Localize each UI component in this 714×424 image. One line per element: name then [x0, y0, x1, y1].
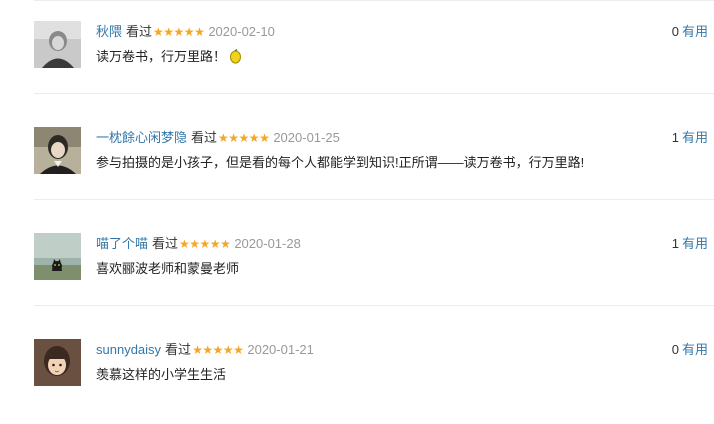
vote-count: 1	[671, 236, 679, 251]
username-link[interactable]: 一枕餘心闲梦隐	[96, 130, 187, 145]
review-text: 喜欢郦波老师和蒙曼老师	[96, 261, 240, 276]
useful-button[interactable]: 有用	[682, 342, 708, 357]
vote-count: 1	[671, 130, 679, 145]
vote-useful: 0 有用	[672, 342, 708, 358]
vote-useful: 1 有用	[672, 236, 708, 252]
review-meta: sunnydaisy 看过★★★★★ 2020-01-21	[96, 342, 314, 358]
avatar[interactable]	[34, 21, 81, 68]
vote-count: 0	[671, 342, 679, 357]
review-item: 喵了个喵 看过★★★★★ 2020-01-28 喜欢郦波老师和蒙曼老师 1 有用	[0, 212, 714, 318]
review-text: 读万卷书，行万里路！	[96, 49, 227, 64]
review-item: 秋隈 看过★★★★★ 2020-02-10 读万卷书，行万里路！ 0 有用	[0, 0, 714, 106]
useful-button[interactable]: 有用	[682, 130, 708, 145]
review-content: 喜欢郦波老师和蒙曼老师	[96, 260, 239, 278]
review-content: 羡慕这样的小学生生活	[96, 366, 226, 384]
username-link[interactable]: 秋隈	[96, 24, 122, 39]
vote-useful: 0 有用	[672, 24, 708, 40]
review-meta: 秋隈 看过★★★★★ 2020-02-10	[96, 24, 275, 40]
useful-button[interactable]: 有用	[682, 24, 708, 39]
watch-status: 看过	[126, 24, 153, 39]
review-text: 参与拍摄的是小孩子，但是看的每个人都能学到知识!正所谓——读万卷书，行万里路!	[96, 155, 585, 170]
review-date: 2020-01-25	[273, 130, 340, 145]
rating-stars: ★★★★★	[218, 131, 270, 145]
vote-count: 0	[671, 24, 679, 39]
watch-status: 看过	[191, 130, 218, 145]
review-item: sunnydaisy 看过★★★★★ 2020-01-21 羡慕这样的小学生生活 0…	[0, 318, 714, 424]
review-meta: 喵了个喵 看过★★★★★ 2020-01-28	[96, 236, 301, 252]
watch-status: 看过	[165, 342, 192, 357]
watch-status: 看过	[152, 236, 179, 251]
review-item: 一枕餘心闲梦隐 看过★★★★★ 2020-01-25 参与拍摄的是小孩子，但是看的每…	[0, 106, 714, 212]
rating-stars: ★★★★★	[179, 237, 231, 251]
avatar[interactable]	[34, 339, 81, 386]
lemon-icon	[228, 48, 243, 69]
username-link[interactable]: sunnydaisy	[96, 342, 161, 357]
review-date: 2020-01-28	[234, 236, 301, 251]
review-meta: 一枕餘心闲梦隐 看过★★★★★ 2020-01-25	[96, 130, 340, 146]
review-text: 羡慕这样的小学生生活	[96, 367, 227, 382]
username-link[interactable]: 喵了个喵	[96, 236, 148, 251]
review-date: 2020-01-21	[247, 342, 314, 357]
avatar[interactable]	[34, 233, 81, 280]
rating-stars: ★★★★★	[153, 25, 205, 39]
review-content: 参与拍摄的是小孩子，但是看的每个人都能学到知识!正所谓——读万卷书，行万里路!	[96, 154, 584, 172]
rating-stars: ★★★★★	[192, 343, 244, 357]
avatar[interactable]	[34, 127, 81, 174]
vote-useful: 1 有用	[672, 130, 708, 146]
review-date: 2020-02-10	[208, 24, 275, 39]
review-content: 读万卷书，行万里路！	[96, 48, 243, 69]
useful-button[interactable]: 有用	[682, 236, 708, 251]
